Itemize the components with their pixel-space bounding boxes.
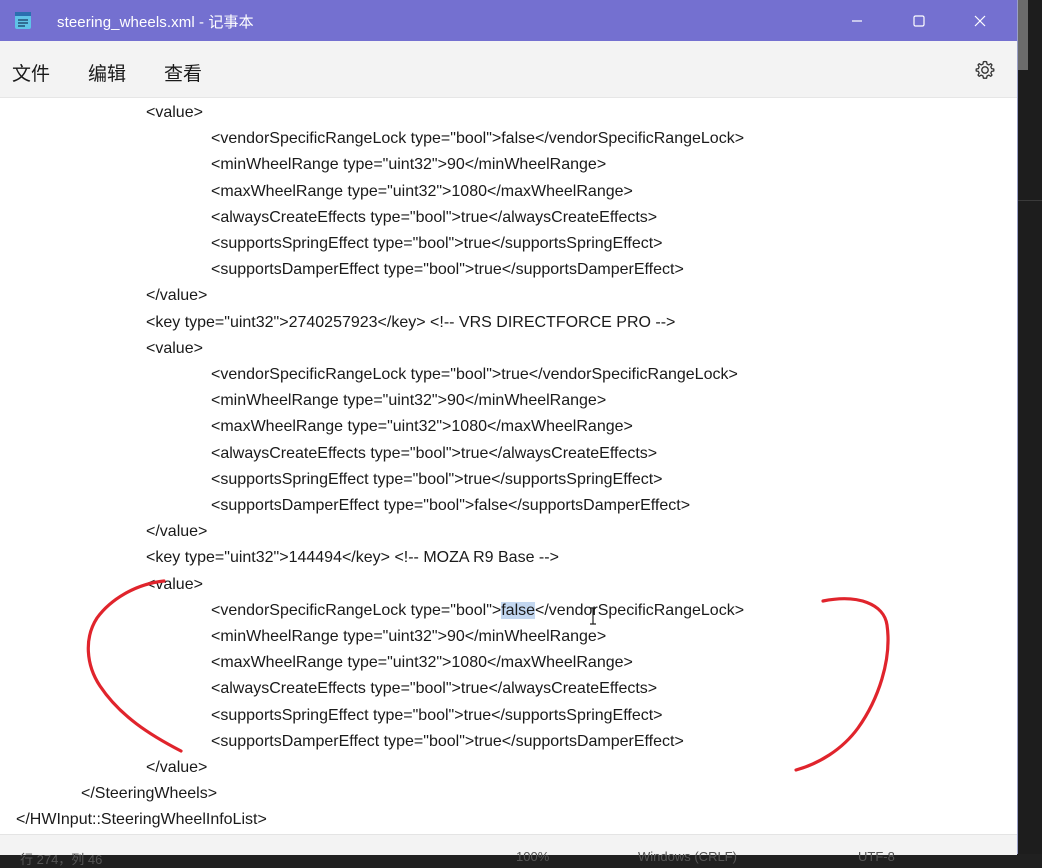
editor-line: <key type="uint32">144494</key> <!-- MOZ… bbox=[146, 549, 559, 567]
editor-line: <supportsSpringEffect type="bool">true</… bbox=[211, 706, 663, 724]
background-divider bbox=[1018, 200, 1042, 201]
gear-icon[interactable] bbox=[973, 58, 997, 82]
notepad-window: steering_wheels.xml - 记事本 文件 编辑 查看 <valu… bbox=[0, 0, 1018, 867]
editor-line: <supportsDamperEffect type="bool">true</… bbox=[211, 732, 684, 750]
editor-line: <supportsSpringEffect type="bool">true</… bbox=[211, 235, 663, 252]
editor-line: <minWheelRange type="uint32">90</minWhee… bbox=[211, 392, 607, 410]
selected-text: false bbox=[501, 601, 536, 619]
editor-line: </value> bbox=[146, 523, 208, 541]
zoom-level[interactable]: 100% bbox=[516, 849, 549, 864]
menu-file[interactable]: 文件 bbox=[12, 59, 50, 86]
editor-line: <maxWheelRange type="uint32">1080</maxWh… bbox=[211, 182, 633, 200]
editor-line: <alwaysCreateEffects type="bool">true</a… bbox=[211, 444, 658, 462]
title-bar[interactable]: steering_wheels.xml - 记事本 bbox=[0, 0, 1017, 41]
editor-line: <vendorSpecificRangeLock type="bool">fal… bbox=[211, 130, 745, 148]
editor-line: <maxWheelRange type="uint32">1080</maxWh… bbox=[211, 418, 633, 436]
editor-line: </value> bbox=[146, 759, 208, 776]
editor-line: </HWInput::SteeringWheelInfoList> bbox=[16, 811, 267, 829]
menu-bar: 文件 编辑 查看 bbox=[0, 41, 1017, 98]
editor-line: <value> bbox=[146, 339, 203, 357]
editor-line: <supportsDamperEffect type="bool">false<… bbox=[211, 497, 691, 514]
maximize-button[interactable] bbox=[890, 0, 948, 41]
encoding[interactable]: UTF-8 bbox=[858, 849, 895, 864]
text-cursor-icon bbox=[590, 607, 596, 625]
cursor-position: 行 274，列 46 bbox=[20, 852, 103, 867]
close-icon bbox=[974, 15, 986, 26]
editor-line: </value> bbox=[146, 287, 208, 305]
editor-line: <maxWheelRange type="uint32">1080</maxWh… bbox=[211, 654, 633, 672]
editor-line: <minWheelRange type="uint32">90</minWhee… bbox=[211, 156, 607, 174]
status-bar: 行 274，列 46 100% Windows (CRLF) UTF-8 bbox=[0, 834, 1017, 867]
background-scrollbar bbox=[1018, 0, 1028, 70]
notepad-app-icon bbox=[15, 12, 31, 29]
editor-line: <vendorSpecificRangeLock type="bool">fal… bbox=[211, 601, 745, 619]
editor-line: <value> bbox=[146, 104, 203, 121]
editor-line: </SteeringWheels> bbox=[81, 785, 218, 803]
editor-line: <key type="uint32">2740257923</key> <!--… bbox=[146, 313, 676, 331]
line-ending[interactable]: Windows (CRLF) bbox=[638, 849, 737, 864]
editor-line: <minWheelRange type="uint32">90</minWhee… bbox=[211, 628, 607, 645]
text-editor[interactable]: <value> <vendorSpecificRangeLock type="bo… bbox=[0, 98, 1017, 834]
editor-line: <vendorSpecificRangeLock type="bool">tru… bbox=[211, 366, 738, 383]
minimize-button[interactable] bbox=[828, 0, 886, 41]
editor-line: <alwaysCreateEffects type="bool">true</a… bbox=[211, 208, 658, 226]
maximize-icon bbox=[913, 14, 925, 27]
close-button[interactable] bbox=[951, 0, 1009, 41]
minimize-icon bbox=[852, 19, 862, 22]
background-window-edge bbox=[1018, 0, 1042, 854]
editor-line: <alwaysCreateEffects type="bool">true</a… bbox=[211, 680, 658, 698]
editor-line: <value> bbox=[146, 575, 203, 593]
menu-edit[interactable]: 编辑 bbox=[88, 59, 126, 86]
editor-line: <supportsSpringEffect type="bool">true</… bbox=[211, 470, 663, 488]
editor-line: <supportsDamperEffect type="bool">true</… bbox=[211, 261, 684, 279]
window-title: steering_wheels.xml - 记事本 bbox=[57, 14, 254, 31]
menu-view[interactable]: 查看 bbox=[164, 59, 202, 86]
